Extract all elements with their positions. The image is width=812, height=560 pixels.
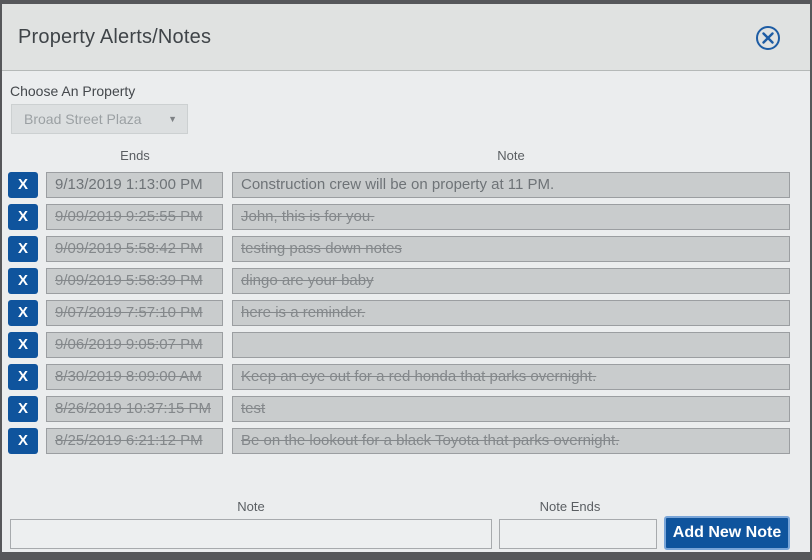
- note-ends-field: 8/30/2019 8:09:00 AM: [46, 364, 223, 390]
- dialog-titlebar: Property Alerts/Notes: [2, 4, 810, 71]
- note-text-value: Keep an eye out for a red honda that par…: [241, 368, 597, 385]
- note-text-value: dingo are your baby: [241, 272, 374, 289]
- delete-note-button[interactable]: X: [8, 268, 38, 294]
- note-text-value: John, this is for you.: [241, 208, 375, 225]
- circled-x-icon: [755, 26, 781, 54]
- note-row: X 8/26/2019 10:37:15 PM test: [8, 396, 790, 422]
- delete-note-button[interactable]: X: [8, 172, 38, 198]
- close-button[interactable]: [755, 25, 781, 51]
- note-text-value: test: [241, 400, 266, 417]
- note-text-field: Be on the lookout for a black Toyota tha…: [232, 428, 790, 454]
- property-alerts-dialog: Property Alerts/Notes Choose An Property…: [0, 0, 812, 560]
- property-select-label: Choose An Property: [10, 83, 136, 99]
- note-row: X 9/09/2019 9:25:55 PM John, this is for…: [8, 204, 790, 230]
- delete-note-button[interactable]: X: [8, 396, 38, 422]
- delete-note-button[interactable]: X: [8, 364, 38, 390]
- property-select-dropdown[interactable]: Broad Street Plaza ▼: [11, 104, 188, 134]
- note-text-field: [232, 332, 790, 358]
- note-text-value: Be on the lookout for a black Toyota tha…: [241, 432, 620, 449]
- note-ends-value: 9/09/2019 5:58:42 PM: [55, 240, 203, 257]
- delete-note-button[interactable]: X: [8, 204, 38, 230]
- note-row: X 9/09/2019 5:58:39 PM dingo are your ba…: [8, 268, 790, 294]
- note-text-field: testing pass down notes: [232, 236, 790, 262]
- add-new-note-button[interactable]: Add New Note: [664, 516, 790, 550]
- property-select-value: Broad Street Plaza: [24, 111, 142, 127]
- note-ends-value: 9/06/2019 9:05:07 PM: [55, 336, 203, 353]
- note-ends-field: 8/25/2019 6:21:12 PM: [46, 428, 223, 454]
- note-text-field: test: [232, 396, 790, 422]
- note-ends-value: 8/26/2019 10:37:15 PM: [55, 400, 211, 417]
- note-ends-value: 8/30/2019 8:09:00 AM: [55, 368, 202, 385]
- note-ends-field: 9/09/2019 5:58:39 PM: [46, 268, 223, 294]
- note-ends-field: 9/09/2019 9:25:55 PM: [46, 204, 223, 230]
- note-ends-value: 9/09/2019 5:58:39 PM: [55, 272, 203, 289]
- column-header-ends: Ends: [120, 148, 150, 163]
- dialog-title: Property Alerts/Notes: [18, 26, 212, 48]
- note-ends-field: 9/07/2019 7:57:10 PM: [46, 300, 223, 326]
- note-text-value: testing pass down notes: [241, 240, 402, 257]
- note-text-field: John, this is for you.: [232, 204, 790, 230]
- note-ends-field: 9/09/2019 5:58:42 PM: [46, 236, 223, 262]
- new-note-input[interactable]: [10, 519, 492, 549]
- new-note-ends-label: Note Ends: [539, 499, 601, 514]
- note-row: X 9/09/2019 5:58:42 PM testing pass down…: [8, 236, 790, 262]
- note-row: X 8/25/2019 6:21:12 PM Be on the lookout…: [8, 428, 790, 454]
- column-header-note: Note: [497, 148, 525, 163]
- note-ends-value: 9/13/2019 1:13:00 PM: [55, 176, 203, 193]
- delete-note-button[interactable]: X: [8, 236, 38, 262]
- delete-note-button[interactable]: X: [8, 300, 38, 326]
- new-note-ends-input[interactable]: [499, 519, 657, 549]
- note-ends-field: 9/13/2019 1:13:00 PM: [46, 172, 223, 198]
- note-ends-field: 9/06/2019 9:05:07 PM: [46, 332, 223, 358]
- delete-note-button[interactable]: X: [8, 332, 38, 358]
- note-row: X 9/06/2019 9:05:07 PM: [8, 332, 790, 358]
- note-text-field: Construction crew will be on property at…: [232, 172, 790, 198]
- delete-note-button[interactable]: X: [8, 428, 38, 454]
- note-row: X 9/07/2019 7:57:10 PM here is a reminde…: [8, 300, 790, 326]
- note-row: X 8/30/2019 8:09:00 AM Keep an eye out f…: [8, 364, 790, 390]
- note-ends-field: 8/26/2019 10:37:15 PM: [46, 396, 223, 422]
- note-text-field: dingo are your baby: [232, 268, 790, 294]
- note-text-field: Keep an eye out for a red honda that par…: [232, 364, 790, 390]
- note-ends-value: 9/09/2019 9:25:55 PM: [55, 208, 203, 225]
- note-text-value: Construction crew will be on property at…: [241, 176, 555, 193]
- note-ends-value: 9/07/2019 7:57:10 PM: [55, 304, 203, 321]
- note-ends-value: 8/25/2019 6:21:12 PM: [55, 432, 203, 449]
- note-row: X 9/13/2019 1:13:00 PM Construction crew…: [8, 172, 790, 198]
- new-note-label: Note: [237, 499, 265, 514]
- notes-list: X 9/13/2019 1:13:00 PM Construction crew…: [8, 172, 790, 460]
- note-text-value: here is a reminder.: [241, 304, 366, 321]
- note-text-field: here is a reminder.: [232, 300, 790, 326]
- chevron-down-icon: ▼: [168, 114, 177, 124]
